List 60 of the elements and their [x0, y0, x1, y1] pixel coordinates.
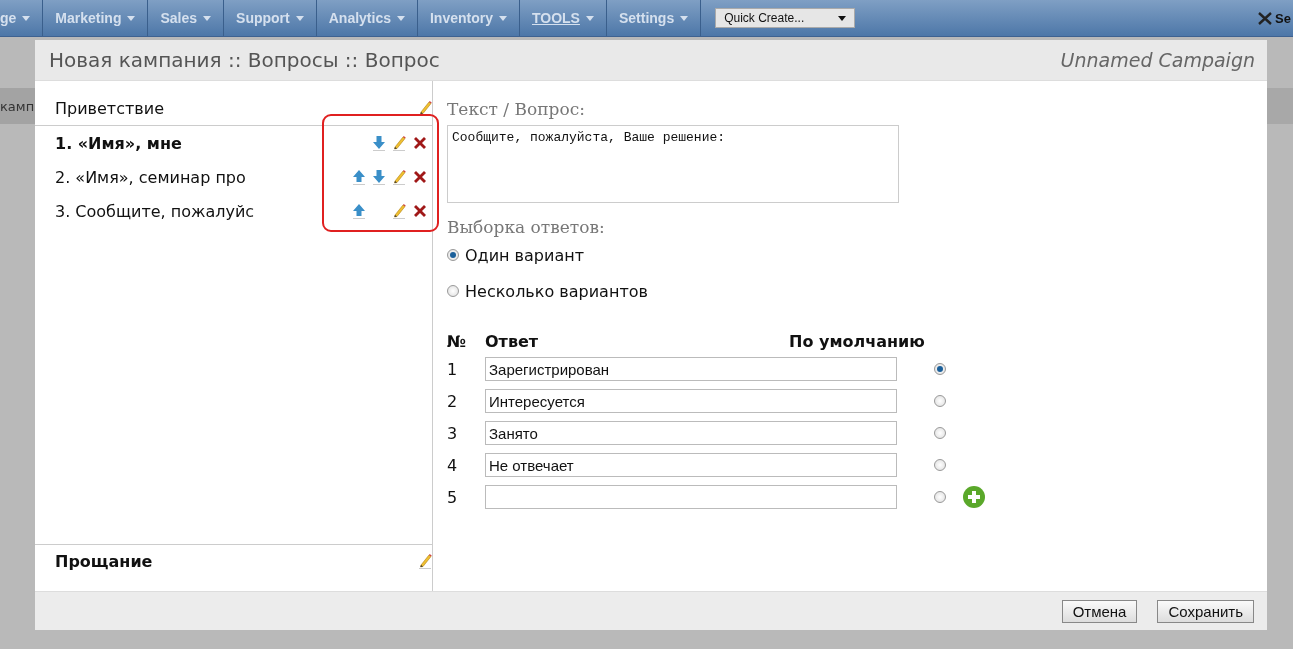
- pencil-icon[interactable]: [392, 169, 406, 185]
- farewell-item[interactable]: Прощание: [55, 551, 153, 571]
- answer-field[interactable]: Зарегистрирован: [485, 357, 897, 381]
- answer-field[interactable]: [485, 485, 897, 509]
- radio-label: Один вариант: [465, 245, 584, 265]
- delete-icon[interactable]: [412, 169, 428, 185]
- answer-field[interactable]: Интересуется: [485, 389, 897, 413]
- field-label: Выборка ответов:: [447, 217, 606, 237]
- answer-field[interactable]: Не отвечает: [485, 453, 897, 477]
- add-icon[interactable]: [963, 486, 985, 508]
- delete-icon[interactable]: [412, 203, 428, 219]
- greeting-item[interactable]: Приветствие: [55, 98, 164, 118]
- up-arrow-icon[interactable]: [352, 203, 366, 219]
- radio-button[interactable]: [447, 249, 459, 261]
- delete-icon[interactable]: [412, 135, 428, 151]
- pencil-icon[interactable]: [418, 100, 432, 116]
- field-label: Текст / Вопрос:: [447, 99, 586, 119]
- question-item[interactable]: 2. «Имя», семинар про: [55, 167, 325, 187]
- row-number: 1: [447, 359, 459, 379]
- radio-button[interactable]: [933, 363, 946, 375]
- question-item[interactable]: 1. «Имя», мне: [55, 133, 325, 153]
- up-arrow-icon[interactable]: [352, 169, 366, 185]
- column-header: По умолчанию: [789, 331, 925, 351]
- row-number: 2: [447, 391, 459, 411]
- dialog-title: Новая кампания :: Вопросы :: Вопрос: [49, 48, 440, 72]
- column-header: Ответ: [485, 331, 540, 351]
- row-number: 3: [447, 423, 459, 443]
- radio-button[interactable]: [933, 459, 946, 471]
- down-arrow-icon[interactable]: [372, 135, 386, 151]
- question-item[interactable]: 3. Сообщите, пожалуйс: [55, 201, 325, 221]
- dialog-button[interactable]: Отмена: [1061, 599, 1138, 623]
- caret-icon: [203, 15, 212, 21]
- row-number: 5: [447, 487, 459, 507]
- caret-icon: [585, 15, 594, 21]
- question-text-field[interactable]: Сообщите, пожалуйста, Ваше решение:: [447, 125, 899, 203]
- caret-icon: [295, 15, 304, 21]
- caret-icon: [838, 15, 847, 21]
- page-panel: [1267, 88, 1293, 124]
- radio-label: Несколько вариантов: [465, 281, 648, 301]
- background-text: камп: [0, 88, 37, 124]
- radio-button[interactable]: [933, 427, 946, 439]
- radio-button[interactable]: [447, 285, 459, 297]
- pencil-icon[interactable]: [392, 135, 406, 151]
- caret-icon: [22, 15, 31, 21]
- dialog-button[interactable]: Сохранить: [1157, 599, 1254, 623]
- campaign-name: Unnamed Campaign: [1060, 49, 1255, 71]
- nav-link[interactable]: Se: [1275, 10, 1291, 26]
- radio-button[interactable]: [933, 395, 946, 407]
- down-arrow-icon[interactable]: [372, 169, 386, 185]
- caret-icon: [680, 15, 689, 21]
- quick-create-dropdown[interactable]: Quick Create...: [715, 8, 856, 28]
- caret-icon: [499, 15, 507, 21]
- column-header: №: [447, 331, 468, 351]
- pencil-icon[interactable]: [418, 553, 432, 569]
- answer-field[interactable]: Занято: [485, 421, 897, 445]
- caret-icon: [127, 15, 136, 21]
- radio-button[interactable]: [933, 491, 946, 503]
- pencil-icon[interactable]: [392, 203, 406, 219]
- caret-icon: [396, 15, 405, 21]
- row-number: 4: [447, 455, 459, 475]
